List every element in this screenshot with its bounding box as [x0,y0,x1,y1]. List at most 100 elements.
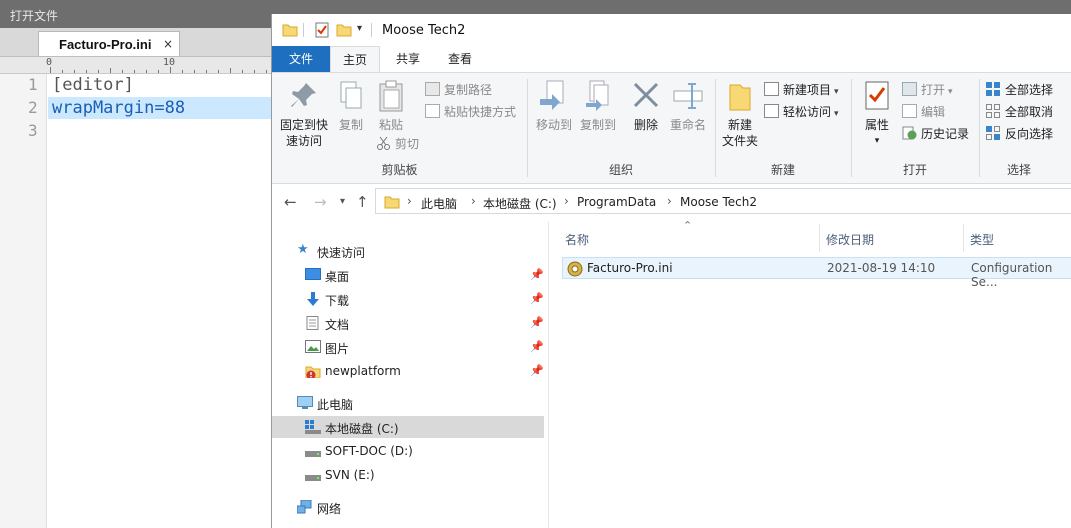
address-bar-row: ← → ▾ ↑ › 此电脑 › 本地磁盘 (C:) › ProgramData … [272,186,1071,216]
chevron-down-icon: ▾ [834,87,839,97]
pin-to-quick-access-button[interactable]: 固定到快 速访问 [278,79,330,149]
tab-file[interactable]: 文件 [272,46,330,72]
tab-share[interactable]: 共享 [384,46,432,72]
nav-item-pictures[interactable]: 图片 📌 [272,336,544,358]
pin-icon [291,83,316,107]
folder-icon [282,24,298,37]
nav-network[interactable]: 网络 [272,496,544,518]
editor-tab-facturo-pro[interactable]: Facturo-Pro.ini × [38,31,180,56]
file-row[interactable]: Facturo-Pro.ini 2021-08-19 14:10 Configu… [562,257,1071,289]
breadcrumb-programdata[interactable]: ProgramData [577,195,656,209]
computer-icon [297,396,313,409]
nav-item-local-disk-c[interactable]: 本地磁盘 (C:) [272,416,544,438]
nav-item-svn-e[interactable]: SVN (E:) [272,464,544,486]
nav-item-desktop[interactable]: 桌面 📌 [272,264,544,286]
new-item-icon [764,82,779,96]
group-label-select: 选择 [1006,163,1031,177]
download-arrow-icon [307,292,319,306]
navigation-pane: ★ 快速访问 桌面 📌 下载 📌 文档 📌 图片 📌 newplatform 📌 [272,222,544,528]
open-button[interactable]: 打开 ▾ [902,81,953,99]
new-folder-icon [729,84,751,111]
pin-icon: 📌 [530,268,544,281]
window-title: Moose Tech2 [382,23,466,38]
nav-item-newplatform[interactable]: newplatform 📌 [272,360,544,382]
chevron-down-icon[interactable]: ▾ [357,23,362,34]
easy-access-button[interactable]: 轻松访问 ▾ [764,103,839,121]
drive-icon [305,475,321,481]
star-icon: ★ [297,242,309,257]
properties-button[interactable]: 属性 ▾ [858,79,896,149]
forward-arrow-icon[interactable]: → [314,193,327,211]
address-bar[interactable]: › 此电脑 › 本地磁盘 (C:) › ProgramData › Moose … [375,188,1071,214]
chevron-right-icon: › [407,194,412,208]
cut-button[interactable]: 剪切 [376,135,419,153]
nav-quick-access[interactable]: ★ 快速访问 [272,240,544,262]
breadcrumb-local-disk[interactable]: 本地磁盘 (C:) [483,195,557,212]
invert-selection-button[interactable]: 反向选择 [986,125,1053,143]
nav-item-documents[interactable]: 文档 📌 [272,312,544,334]
ribbon-tabs: 文件 主页 共享 查看 [272,46,1071,72]
editor-line-gutter [0,74,47,528]
editor-tab-label: Facturo-Pro.ini [59,37,152,52]
copy-button[interactable]: 复制 [334,79,368,133]
new-item-button[interactable]: 新建项目 ▾ [764,81,839,99]
rename-button[interactable]: 重命名 [666,79,710,133]
settings-file-icon [567,261,583,277]
line-number: 1 [28,75,38,94]
chevron-right-icon: › [667,194,672,208]
invert-selection-icon [986,126,1001,140]
editor-window-title: 打开文件 [10,9,59,23]
code-line[interactable]: [editor] [52,75,134,95]
code-line[interactable]: wrapMargin=88 [52,98,185,118]
file-type: Configuration Se... [971,261,1053,289]
up-arrow-icon[interactable]: ↑ [356,193,369,211]
copy-path-button[interactable]: 复制路径 [425,81,492,99]
pin-icon: 📌 [530,364,544,377]
new-folder-button[interactable]: 新建 文件夹 [718,79,762,149]
nav-this-pc[interactable]: 此电脑 [272,392,544,414]
file-modified: 2021-08-19 14:10 [827,261,936,275]
column-header-modified[interactable]: 修改日期 [826,231,874,248]
breadcrumb-this-pc[interactable]: 此电脑 [421,195,457,212]
chevron-down-icon[interactable]: ▾ [340,196,345,207]
properties-check-icon[interactable] [314,22,330,38]
group-label-organize: 组织 [608,163,633,177]
group-label-open: 打开 [902,163,927,177]
tab-home[interactable]: 主页 [330,46,380,72]
open-icon [902,82,917,96]
paste-button[interactable]: 粘贴 [374,79,408,133]
scissors-icon [376,136,391,150]
copy-to-button[interactable]: 复制到 [576,79,620,133]
history-icon [902,126,917,140]
delete-button[interactable]: 删除 [628,79,664,133]
warning-folder-icon [305,366,321,378]
delete-x-icon [633,82,659,108]
select-all-button[interactable]: 全部选择 [986,81,1053,99]
paste-shortcut-button[interactable]: 粘贴快捷方式 [425,103,516,121]
nav-item-downloads[interactable]: 下载 📌 [272,288,544,310]
explorer-titlebar: ▾ Moose Tech2 [272,14,1071,46]
close-icon[interactable]: × [163,37,173,51]
column-header-type[interactable]: 类型 [970,231,994,248]
chevron-down-icon: ▾ [948,87,953,97]
line-number: 2 [28,98,38,117]
nav-item-soft-doc-d[interactable]: SOFT-DOC (D:) [272,440,544,462]
move-to-button[interactable]: 移动到 [532,79,576,133]
history-button[interactable]: 历史记录 [902,125,969,143]
select-none-button[interactable]: 全部取消 [986,103,1053,121]
chevron-right-icon: › [564,194,569,208]
chevron-down-icon: ▾ [874,136,880,146]
chevron-right-icon: › [471,194,476,208]
file-explorer-window: ▾ Moose Tech2 文件 主页 共享 查看 固定到快 速访问 复制 粘贴… [271,14,1071,528]
back-arrow-icon[interactable]: ← [284,193,297,211]
pin-icon: 📌 [530,292,544,305]
new-folder-icon[interactable] [336,22,352,38]
pin-icon: 📌 [530,340,544,353]
column-header-name[interactable]: 名称 [565,231,589,248]
tab-view[interactable]: 查看 [436,46,484,72]
rename-icon [673,83,703,109]
ribbon: 固定到快 速访问 复制 粘贴 复制路径 粘贴快捷方式 剪切 剪贴板 移动到 复制… [272,72,1071,184]
breadcrumb-moose-tech2[interactable]: Moose Tech2 [680,195,757,209]
folder-icon [384,196,400,209]
edit-button[interactable]: 编辑 [902,103,945,121]
